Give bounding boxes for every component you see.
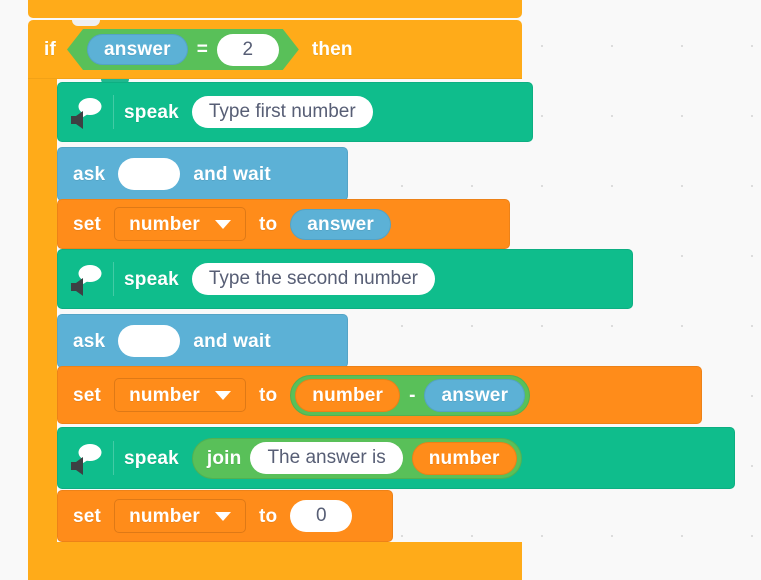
set-label-1: set [73, 213, 102, 235]
variable-name-3: number [129, 505, 200, 527]
if-block-left-arm [28, 79, 57, 542]
ask-question-input-2[interactable] [118, 325, 181, 357]
to-label-3: to [258, 505, 278, 527]
set-variable-block-2[interactable]: set number to number - answer [57, 366, 702, 424]
subtract-operator-block[interactable]: number - answer [290, 374, 531, 416]
answer-reporter-2[interactable]: answer [424, 378, 526, 412]
speak-block-2[interactable]: speak Type the second number [57, 249, 633, 309]
speaker-speech-bubble-icon [67, 259, 107, 299]
speak-icon-divider [113, 441, 114, 475]
and-wait-label-1: and wait [193, 163, 271, 185]
speak-icon-divider [113, 95, 114, 129]
set-label-3: set [73, 505, 102, 527]
minus-sign-label: - [409, 384, 416, 406]
number-variable-reporter-2[interactable]: number [411, 441, 517, 475]
if-block-top-notch [72, 20, 100, 26]
then-keyword-label: then [311, 39, 353, 60]
and-wait-label-2: and wait [193, 330, 271, 352]
equals-right-input[interactable]: 2 [217, 34, 279, 66]
speak-block-3[interactable]: speak join The answer is number [57, 427, 735, 489]
set-variable-block-1[interactable]: set number to answer [57, 199, 510, 249]
speak-text-input-1[interactable]: Type first number [191, 96, 373, 128]
speaker-speech-bubble-icon [67, 92, 107, 132]
variable-dropdown-3[interactable]: number [114, 499, 246, 533]
set-variable-block-3[interactable]: set number to 0 [57, 490, 393, 542]
number-variable-reporter-1[interactable]: number [295, 378, 401, 412]
if-block-header[interactable]: if answer = 2 then [28, 20, 522, 79]
speak-label-3: speak [124, 447, 179, 469]
to-label-1: to [258, 213, 278, 235]
chevron-down-icon [214, 511, 231, 521]
join-text-input[interactable]: The answer is [250, 442, 403, 474]
speak-label-2: speak [124, 268, 179, 290]
speak-icon-divider [113, 262, 114, 296]
speaker-speech-bubble-icon [67, 438, 107, 478]
join-operator-block[interactable]: join The answer is number [191, 437, 522, 479]
set-label-2: set [73, 384, 102, 406]
variable-name-1: number [129, 213, 200, 235]
block-workspace-canvas[interactable]: if answer = 2 then speak Type first numb… [0, 0, 761, 580]
previous-block-fragment[interactable] [28, 0, 522, 18]
ask-and-wait-block-2[interactable]: ask and wait [57, 314, 348, 368]
variable-dropdown-2[interactable]: number [114, 378, 246, 412]
if-block-footer [28, 542, 522, 580]
chevron-down-icon [214, 390, 231, 400]
answer-reporter[interactable]: answer [87, 34, 188, 65]
answer-reporter-1[interactable]: answer [290, 208, 391, 240]
ask-question-input-1[interactable] [118, 158, 181, 190]
chevron-down-icon [214, 219, 231, 229]
ask-label-1: ask [73, 163, 106, 185]
equals-operator-block[interactable]: answer = 2 [67, 29, 299, 70]
speak-label-1: speak [124, 101, 179, 123]
ask-and-wait-block-1[interactable]: ask and wait [57, 147, 348, 201]
join-label: join [206, 447, 242, 469]
to-label-2: to [258, 384, 278, 406]
variable-dropdown-1[interactable]: number [114, 207, 246, 241]
variable-name-2: number [129, 384, 200, 406]
if-keyword-label: if [44, 39, 57, 60]
speak-text-input-2[interactable]: Type the second number [191, 263, 436, 295]
equals-sign-label: = [196, 39, 208, 60]
ask-label-2: ask [73, 330, 106, 352]
speak-block-1[interactable]: speak Type first number [57, 82, 533, 142]
set-value-input-3[interactable]: 0 [290, 500, 353, 532]
